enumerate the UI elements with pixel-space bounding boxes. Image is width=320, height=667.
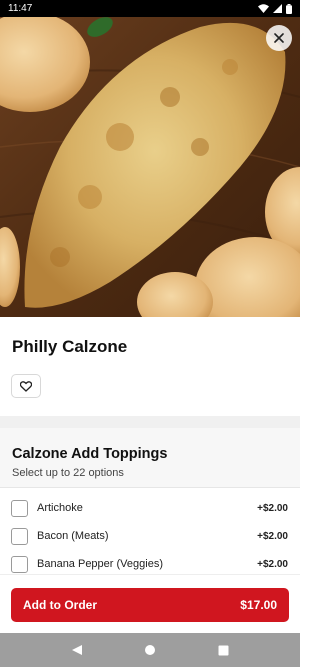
option-price: +$2.00 — [257, 530, 288, 542]
back-button[interactable] — [67, 640, 87, 660]
topping-option-artichoke[interactable]: Artichoke +$2.00 — [0, 494, 300, 522]
option-label: Artichoke — [37, 502, 83, 514]
option-price: +$2.00 — [257, 558, 288, 570]
recents-square-icon — [218, 645, 229, 655]
item-photo — [0, 17, 300, 317]
close-button[interactable] — [266, 25, 292, 51]
home-circle-icon — [144, 645, 155, 655]
item-header: Philly Calzone — [0, 317, 300, 417]
checkbox[interactable] — [11, 527, 28, 545]
topping-option-bacon[interactable]: Bacon (Meats) +$2.00 — [0, 522, 300, 550]
toppings-header: Calzone Add Toppings Select up to 22 opt… — [0, 428, 300, 488]
favorite-button[interactable] — [11, 374, 41, 398]
order-footer: Add to Order $17.00 — [0, 574, 300, 634]
add-to-order-button[interactable]: Add to Order $17.00 — [11, 588, 289, 622]
system-nav-bar — [0, 633, 300, 667]
calzone-image — [0, 17, 300, 317]
option-label: Banana Pepper (Veggies) — [37, 558, 163, 570]
option-label: Bacon (Meats) — [37, 530, 109, 542]
recents-button[interactable] — [213, 640, 233, 660]
status-bar: 11:47 — [0, 0, 300, 17]
status-icons — [258, 3, 292, 14]
status-time: 11:47 — [8, 3, 33, 14]
order-price: $17.00 — [240, 598, 277, 612]
section-divider — [0, 416, 300, 428]
toppings-subtitle: Select up to 22 options — [12, 467, 124, 479]
checkbox[interactable] — [11, 555, 28, 573]
close-icon — [274, 33, 284, 43]
add-to-order-label: Add to Order — [23, 598, 97, 612]
home-button[interactable] — [140, 640, 160, 660]
battery-icon — [286, 3, 292, 14]
heart-icon — [20, 380, 32, 392]
back-triangle-icon — [71, 645, 82, 655]
checkbox[interactable] — [11, 499, 28, 517]
option-price: +$2.00 — [257, 502, 288, 514]
wifi-icon — [258, 4, 269, 13]
toppings-title: Calzone Add Toppings — [12, 446, 168, 462]
signal-icon — [273, 4, 282, 13]
item-title: Philly Calzone — [12, 337, 128, 356]
